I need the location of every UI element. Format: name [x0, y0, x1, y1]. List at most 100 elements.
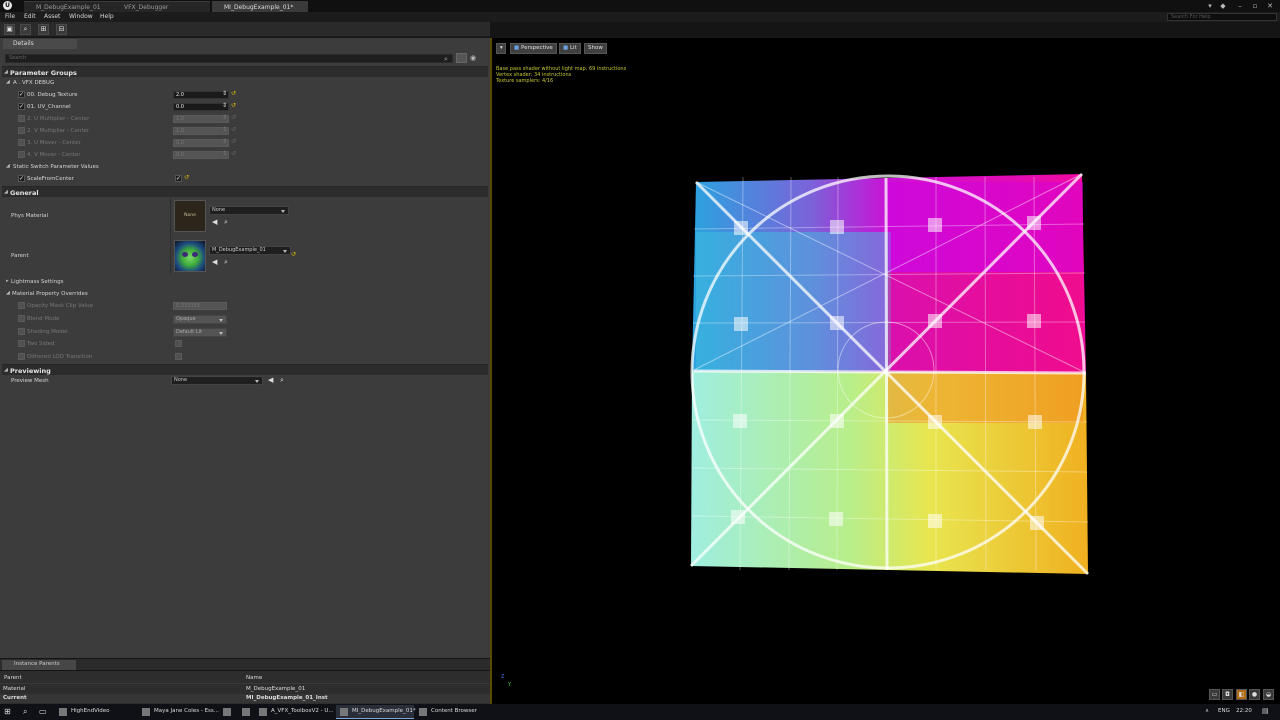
- taskbar-item-content-browser[interactable]: Content Browser: [415, 705, 495, 719]
- override-checkbox[interactable]: ✓: [18, 91, 25, 98]
- menu-help[interactable]: Help: [100, 13, 114, 20]
- spin-arrows-icon[interactable]: ⇕: [222, 126, 227, 133]
- minimize-icon[interactable]: –: [1236, 2, 1244, 10]
- menu-asset[interactable]: Asset: [44, 13, 60, 20]
- menu-edit[interactable]: Edit: [24, 13, 36, 20]
- override-dropdown[interactable]: Default Lit: [173, 327, 227, 337]
- override-checkbox[interactable]: [18, 327, 25, 335]
- override-value-checkbox[interactable]: [175, 353, 182, 361]
- reset-to-default-icon[interactable]: ↺: [291, 251, 296, 258]
- source-control-icon[interactable]: ◆: [1219, 2, 1227, 10]
- param-value-field[interactable]: 1.0: [173, 127, 229, 135]
- hierarchy-icon[interactable]: ⊟: [56, 24, 67, 35]
- close-icon[interactable]: ✕: [1266, 2, 1274, 10]
- preview-mesh-dropdown[interactable]: None: [171, 376, 263, 385]
- override-checkbox[interactable]: [18, 314, 25, 322]
- spin-arrows-icon[interactable]: ⇕: [222, 138, 227, 145]
- use-selected-icon[interactable]: ◀: [268, 376, 273, 384]
- scale-from-center-checkbox[interactable]: ✓: [175, 175, 182, 182]
- parent-dropdown[interactable]: M_DebugExample_01: [209, 246, 291, 255]
- reset-to-default-icon[interactable]: ↺: [231, 138, 236, 145]
- override-checkbox[interactable]: ✓: [18, 103, 25, 110]
- spin-arrows-icon[interactable]: ⇕: [222, 90, 227, 97]
- override-checkbox[interactable]: [18, 151, 25, 158]
- document-tab-vfx-debugger[interactable]: VFX_Debugger: [112, 1, 210, 12]
- clock[interactable]: 22:20: [1236, 708, 1252, 714]
- spin-arrows-icon[interactable]: ⇕: [222, 102, 227, 109]
- category-previewing[interactable]: ◢ Previewing: [2, 364, 488, 375]
- phys-material-dropdown[interactable]: None: [209, 206, 289, 215]
- lit-button[interactable]: ■ Lit: [559, 43, 581, 54]
- menu-file[interactable]: File: [5, 13, 15, 20]
- table-row[interactable]: Current MI_DebugExample_01_Inst: [0, 694, 490, 703]
- view-options-icon[interactable]: [456, 53, 467, 63]
- details-search-input[interactable]: Search: [5, 54, 453, 63]
- category-parameter-groups[interactable]: ◢ Parameter Groups: [2, 66, 488, 77]
- eye-icon[interactable]: ◉: [470, 54, 476, 62]
- tray-chevron-icon[interactable]: ∧: [1205, 708, 1209, 714]
- override-checkbox[interactable]: [18, 302, 25, 309]
- params-icon[interactable]: ⊞: [38, 24, 49, 35]
- windows-start-icon[interactable]: ⊞: [4, 707, 11, 716]
- reset-to-default-icon[interactable]: ↺: [231, 126, 236, 133]
- override-checkbox[interactable]: [18, 115, 25, 122]
- taskbar-item-app-2[interactable]: [238, 705, 254, 719]
- perspective-button[interactable]: ■ Perspective: [510, 43, 557, 54]
- spin-arrows-icon[interactable]: ⇕: [222, 114, 227, 121]
- document-tab-material-instance[interactable]: MI_DebugExample_01*: [212, 1, 308, 12]
- column-header-parent[interactable]: Parent: [4, 675, 22, 681]
- reset-to-default-icon[interactable]: ↺: [231, 102, 236, 109]
- reset-to-default-icon[interactable]: ↺: [184, 174, 189, 181]
- reset-to-default-icon[interactable]: ↺: [231, 90, 236, 97]
- use-selected-icon[interactable]: ◀: [212, 218, 217, 226]
- browse-icon[interactable]: ⌕: [280, 376, 284, 385]
- plane-icon[interactable]: ▭: [1209, 689, 1220, 700]
- override-checkbox[interactable]: [18, 340, 25, 348]
- browse-icon[interactable]: ⌕: [224, 218, 228, 227]
- teapot-icon[interactable]: ◒: [1263, 689, 1274, 700]
- help-search-input[interactable]: Search For Help: [1167, 13, 1277, 21]
- group-lightmass-settings[interactable]: ▸ Lightmass Settings: [2, 277, 488, 289]
- override-checkbox[interactable]: [18, 353, 25, 361]
- task-view-icon[interactable]: ▭: [39, 707, 47, 716]
- menu-window[interactable]: Window: [69, 13, 93, 20]
- override-checkbox[interactable]: ✓: [18, 175, 25, 182]
- override-value-checkbox[interactable]: [175, 340, 182, 348]
- override-dropdown[interactable]: Opaque: [173, 314, 227, 324]
- cube-icon[interactable]: ◧: [1236, 689, 1247, 700]
- notifications-icon[interactable]: ▾: [1206, 2, 1214, 10]
- taskbar-item-app[interactable]: [219, 705, 235, 719]
- reset-to-default-icon[interactable]: ↺: [231, 150, 236, 157]
- language-indicator[interactable]: ENG: [1218, 708, 1230, 714]
- cylinder-icon[interactable]: ◘: [1222, 689, 1233, 700]
- save-icon[interactable]: ▣: [4, 24, 15, 35]
- browse-icon[interactable]: ⌕: [20, 24, 31, 35]
- details-tab[interactable]: Details: [3, 39, 77, 49]
- param-value-field[interactable]: 0.0: [173, 103, 229, 111]
- parent-material-thumbnail[interactable]: [174, 240, 206, 272]
- column-header-name[interactable]: Name: [246, 675, 262, 681]
- show-button[interactable]: Show: [584, 43, 607, 54]
- document-tab-material[interactable]: M_DebugExample_01: [24, 1, 112, 12]
- table-row[interactable]: Material M_DebugExample_01: [0, 685, 490, 694]
- use-selected-icon[interactable]: ◀: [212, 258, 217, 266]
- notification-center-icon[interactable]: ▤: [1262, 707, 1269, 715]
- phys-material-thumbnail[interactable]: None: [174, 200, 206, 232]
- taskbar-item-highendvideo[interactable]: HighEndVideo: [55, 705, 137, 719]
- override-value-field[interactable]: 0.333333: [173, 302, 227, 310]
- taskbar-item-vfx-toolbox[interactable]: A_VFX_ToolboxV2 - U...: [255, 705, 335, 719]
- restore-icon[interactable]: ▫: [1251, 2, 1259, 10]
- param-value-field[interactable]: 0.0: [173, 151, 229, 159]
- param-value-field[interactable]: 1.0: [173, 115, 229, 123]
- param-value-field[interactable]: 0.0: [173, 139, 229, 147]
- search-icon[interactable]: ⌕: [23, 707, 27, 717]
- category-general[interactable]: ◢ General: [2, 186, 488, 197]
- param-value-field[interactable]: 2.0: [173, 91, 229, 99]
- override-checkbox[interactable]: [18, 127, 25, 134]
- instance-parents-tab[interactable]: Instance Parents: [2, 660, 76, 670]
- viewport-options-icon[interactable]: ▾: [496, 43, 506, 54]
- taskbar-item-maya-jane-coles[interactable]: Maya Jane Coles - Ess...: [138, 705, 219, 719]
- sphere-icon[interactable]: ●: [1249, 689, 1260, 700]
- taskbar-item-material-instance[interactable]: MI_DebugExample_01*: [336, 705, 416, 719]
- spin-arrows-icon[interactable]: ⇕: [222, 150, 227, 157]
